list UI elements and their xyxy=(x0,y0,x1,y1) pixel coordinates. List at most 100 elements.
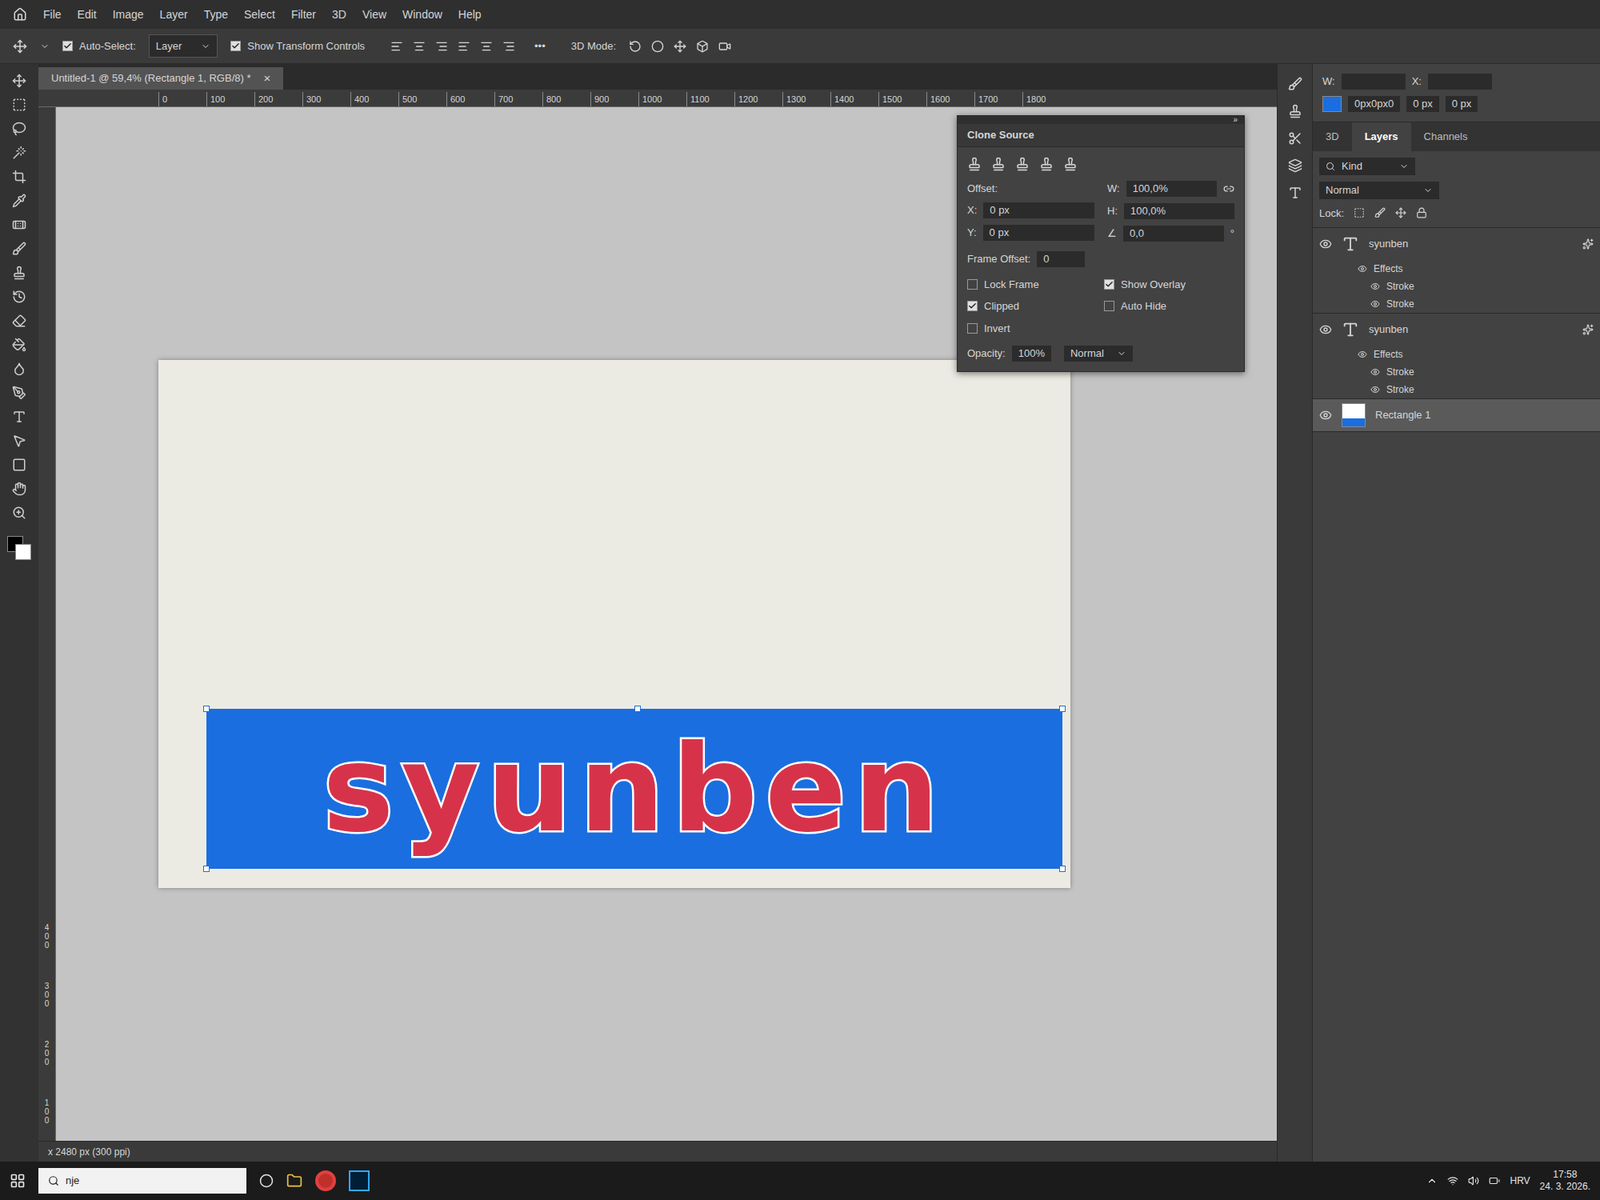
battery-icon[interactable] xyxy=(1488,1175,1500,1187)
tool-preset-icon[interactable] xyxy=(40,41,50,52)
kind-filter[interactable]: Kind xyxy=(1319,157,1416,176)
menu-item[interactable]: Layer xyxy=(160,6,188,24)
effect-row[interactable]: Effects xyxy=(1312,345,1600,364)
tool-icon[interactable] xyxy=(12,481,27,496)
menu-item[interactable]: Filter xyxy=(291,6,316,24)
panel-tab[interactable]: 3D xyxy=(1312,122,1352,152)
clone-option[interactable]: Show Overlay xyxy=(1104,276,1235,293)
volume-icon[interactable] xyxy=(1468,1175,1480,1187)
menu-item[interactable]: Image xyxy=(112,6,144,24)
tool-icon[interactable] xyxy=(12,385,27,400)
document-tab[interactable]: Untitled-1 @ 59,4% (Rectangle 1, RGB/8) … xyxy=(38,67,284,90)
panel-tab[interactable]: Channels xyxy=(1411,122,1481,152)
align-icon[interactable] xyxy=(457,40,471,53)
home-icon[interactable] xyxy=(12,7,28,22)
align-icon[interactable] xyxy=(435,40,448,53)
x-field[interactable] xyxy=(1428,73,1492,90)
close-tab-button[interactable]: × xyxy=(263,69,271,88)
panel-icon[interactable] xyxy=(1288,104,1303,119)
clone-option[interactable]: Lock Frame xyxy=(967,276,1098,293)
clone-source-icon[interactable] xyxy=(1063,156,1078,172)
clone-source-icon[interactable] xyxy=(991,156,1006,172)
3d-mode-icon[interactable] xyxy=(628,40,642,53)
clone-option[interactable]: Auto Hide xyxy=(1104,298,1235,315)
3d-mode-icon[interactable] xyxy=(718,40,732,53)
align-icon[interactable] xyxy=(502,40,516,53)
transform-controls[interactable]: Show Transform Controls xyxy=(230,38,365,55)
tool-icon[interactable] xyxy=(12,169,27,184)
transform-handle[interactable] xyxy=(1059,865,1066,872)
transform-checkbox[interactable] xyxy=(230,40,241,52)
clone-source-icon[interactable] xyxy=(1015,156,1030,172)
tool-icon[interactable] xyxy=(12,505,27,520)
angle-field[interactable]: 0,0 xyxy=(1123,225,1224,242)
tool-icon[interactable] xyxy=(12,73,27,88)
lock-option-icon[interactable] xyxy=(1416,207,1428,219)
h-field[interactable]: 100,0% xyxy=(1124,203,1235,220)
taskbar-search[interactable]: nje xyxy=(38,1168,247,1194)
auto-select-checkbox[interactable] xyxy=(62,40,73,52)
more-button[interactable]: ••• xyxy=(534,38,546,55)
logo-banner[interactable]: syunben xyxy=(206,708,1063,869)
layer-row[interactable]: Rectangle 1 xyxy=(1312,399,1600,432)
clone-source-icon[interactable] xyxy=(1039,156,1054,172)
effect-visibility-icon[interactable] xyxy=(1357,349,1368,360)
panel-icon[interactable] xyxy=(1288,158,1303,173)
frame-offset-field[interactable]: 0 xyxy=(1036,251,1085,268)
size-field[interactable]: 0 px xyxy=(1406,96,1440,112)
auto-select[interactable]: Auto-Select: xyxy=(62,38,136,55)
tool-icon[interactable] xyxy=(12,97,27,112)
visibility-icon[interactable] xyxy=(1319,408,1332,422)
w-field[interactable]: 100,0% xyxy=(1126,180,1217,197)
collapse-button[interactable]: » xyxy=(1232,116,1238,124)
3d-mode-icon[interactable] xyxy=(673,40,687,53)
menu-item[interactable]: File xyxy=(43,6,62,24)
align-icon[interactable] xyxy=(412,40,426,53)
panel-icon[interactable] xyxy=(1288,131,1303,146)
effect-visibility-icon[interactable] xyxy=(1370,367,1380,377)
layer-row[interactable]: syunben xyxy=(1312,313,1600,346)
menu-item[interactable]: 3D xyxy=(332,6,347,24)
menu-item[interactable]: Help xyxy=(458,6,482,24)
transform-handle[interactable] xyxy=(1059,705,1066,712)
tool-icon[interactable] xyxy=(12,313,27,328)
start-icon[interactable] xyxy=(9,1172,26,1189)
effect-row[interactable]: Stroke xyxy=(1312,277,1600,296)
move-tool-icon[interactable] xyxy=(12,39,28,54)
effect-visibility-icon[interactable] xyxy=(1357,264,1368,274)
blend-mode-dropdown[interactable]: Normal xyxy=(1319,181,1440,200)
mode-dropdown[interactable]: Normal xyxy=(1064,345,1133,362)
effect-row[interactable]: Stroke xyxy=(1312,363,1600,381)
panel-title[interactable]: Clone Source xyxy=(967,128,1035,141)
tool-icon[interactable] xyxy=(12,457,27,472)
radius-field[interactable]: 0 px xyxy=(1445,96,1479,112)
panel-icon[interactable] xyxy=(1288,185,1303,200)
tool-icon[interactable] xyxy=(12,217,27,232)
menu-item[interactable]: Type xyxy=(204,6,228,24)
color-swatches[interactable] xyxy=(7,536,32,560)
explorer-icon[interactable] xyxy=(286,1172,303,1189)
canvas[interactable]: syunben xyxy=(158,360,1071,888)
opacity-field[interactable]: 100% xyxy=(1012,345,1052,362)
tool-icon[interactable] xyxy=(12,265,27,280)
option-checkbox[interactable] xyxy=(967,300,978,312)
auto-select-dropdown[interactable]: Layer xyxy=(148,34,219,59)
x-field[interactable]: 0 px xyxy=(983,202,1095,219)
fill-swatch[interactable] xyxy=(1322,96,1342,112)
tool-icon[interactable] xyxy=(12,337,27,352)
option-checkbox[interactable] xyxy=(967,279,978,290)
wifi-icon[interactable] xyxy=(1447,1175,1459,1187)
option-checkbox[interactable] xyxy=(1104,279,1115,290)
menu-item[interactable]: Window xyxy=(402,6,443,24)
photoshop-app-icon[interactable] xyxy=(348,1170,370,1192)
tool-icon[interactable] xyxy=(12,409,27,424)
layer-row[interactable]: syunben xyxy=(1312,228,1600,260)
clock[interactable]: 17:5824. 3. 2026. xyxy=(1540,1168,1591,1193)
w-field[interactable] xyxy=(1341,73,1406,90)
clone-source-icon[interactable] xyxy=(967,156,982,172)
option-checkbox[interactable] xyxy=(1104,300,1115,312)
3d-mode-icon[interactable] xyxy=(696,40,709,53)
clone-option[interactable]: Clipped xyxy=(967,298,1098,315)
lock-option-icon[interactable] xyxy=(1395,207,1407,219)
transform-handle[interactable] xyxy=(634,705,641,712)
